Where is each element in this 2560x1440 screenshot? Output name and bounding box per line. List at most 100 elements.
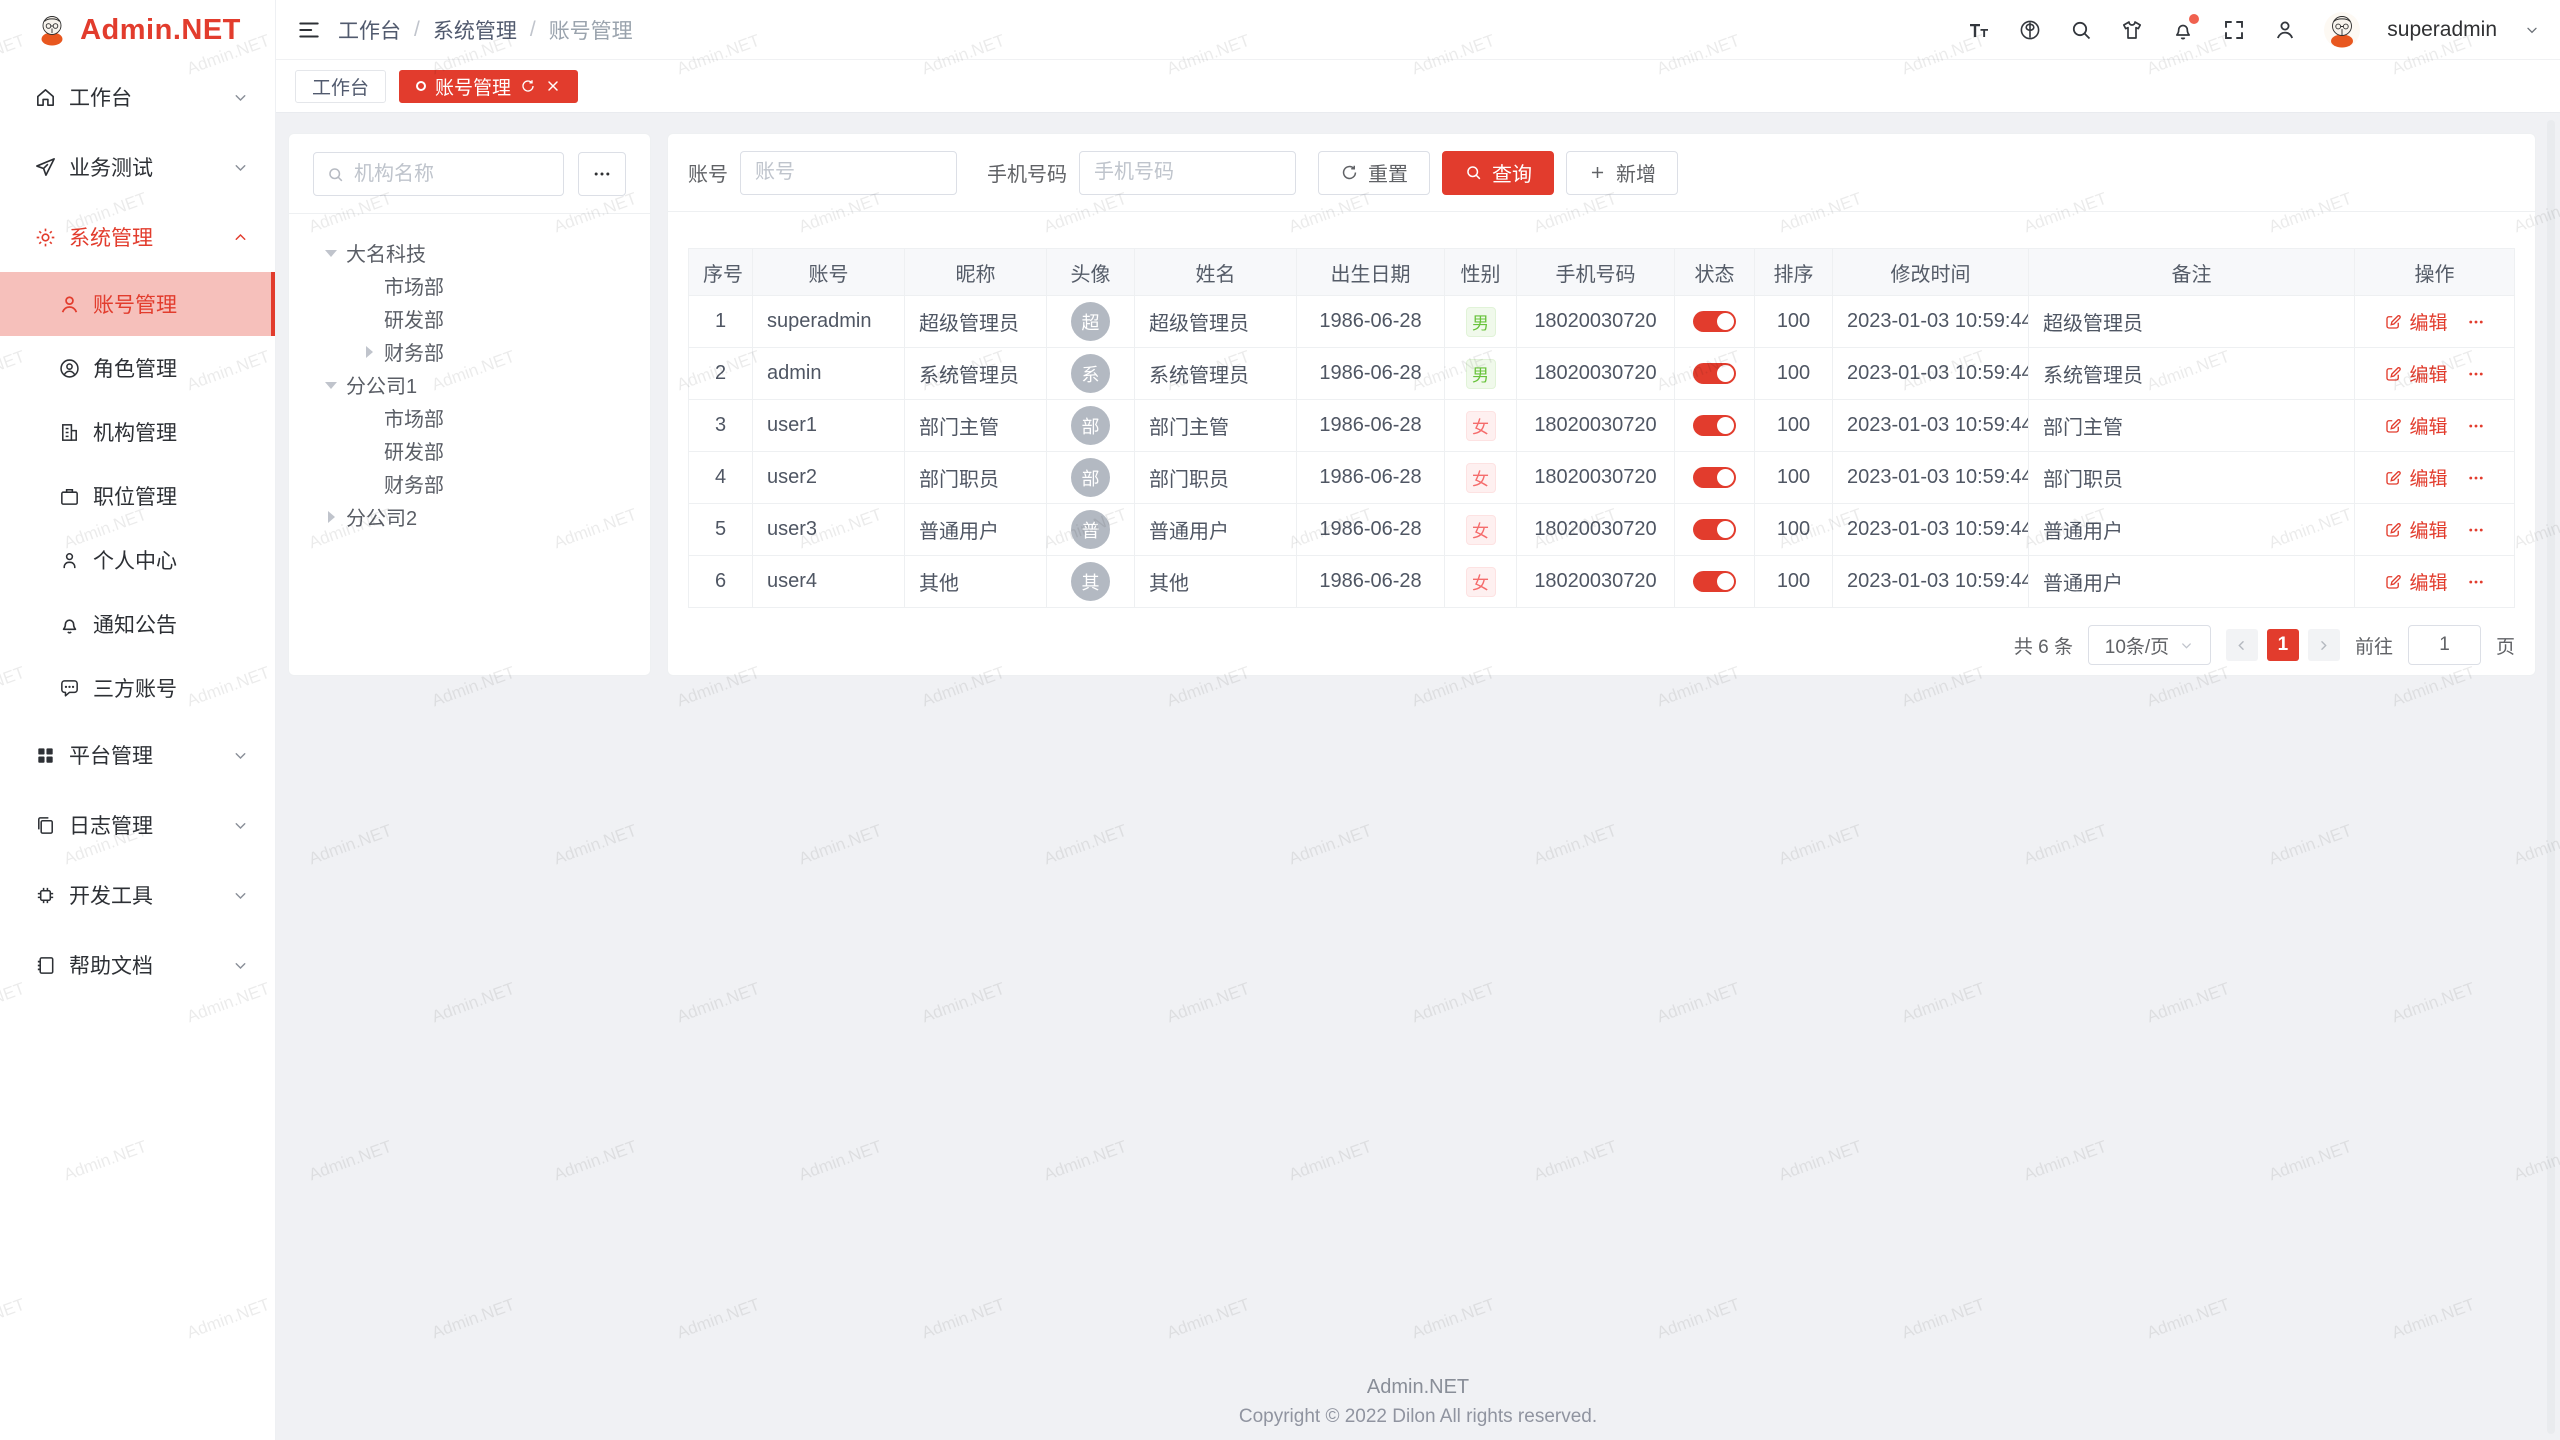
- add-button[interactable]: 新增: [1566, 151, 1678, 195]
- sidebar-item-日志管理[interactable]: 日志管理: [0, 790, 275, 860]
- row-actions: 编辑: [2369, 360, 2500, 387]
- tree-node-研发部[interactable]: 研发部: [313, 302, 626, 335]
- sidebar-item-职位管理[interactable]: 职位管理: [0, 464, 275, 528]
- column-header-性别: 性别: [1445, 249, 1517, 296]
- search-button[interactable]: [2069, 18, 2093, 42]
- status-toggle[interactable]: [1693, 415, 1736, 436]
- status-toggle[interactable]: [1693, 467, 1736, 488]
- tree-caret-icon[interactable]: [323, 377, 339, 393]
- tab-账号管理[interactable]: 账号管理: [399, 70, 578, 103]
- profile-button[interactable]: [2273, 18, 2297, 42]
- more-actions-button[interactable]: [2467, 365, 2485, 383]
- notification-button[interactable]: [2171, 18, 2195, 42]
- sidebar-item-三方账号[interactable]: 三方账号: [0, 656, 275, 720]
- next-page-button[interactable]: [2308, 629, 2340, 661]
- sidebar-item-系统管理[interactable]: 系统管理: [0, 202, 275, 272]
- reset-button[interactable]: 重置: [1318, 151, 1430, 195]
- more-actions-button[interactable]: [2467, 573, 2485, 591]
- logo-mascot-icon: [34, 12, 70, 48]
- sidebar-item-机构管理[interactable]: 机构管理: [0, 400, 275, 464]
- prev-page-button[interactable]: [2226, 629, 2258, 661]
- tree-node-市场部[interactable]: 市场部: [313, 401, 626, 434]
- cell-birthday: 1986-06-28: [1297, 556, 1445, 608]
- page-size-select[interactable]: 10条/页: [2088, 625, 2211, 665]
- edit-button[interactable]: 编辑: [2384, 360, 2447, 387]
- chevron-right-icon: [2316, 638, 2331, 653]
- cell-actions: 编辑: [2355, 400, 2515, 452]
- account-filter-input[interactable]: [740, 151, 957, 195]
- edit-button[interactable]: 编辑: [2384, 412, 2447, 439]
- status-toggle[interactable]: [1693, 519, 1736, 540]
- breadcrumb-item[interactable]: 账号管理: [549, 15, 633, 45]
- sidebar-item-账号管理[interactable]: 账号管理: [0, 272, 275, 336]
- sidebar-item-个人中心[interactable]: 个人中心: [0, 528, 275, 592]
- reset-button-label: 重置: [1368, 158, 1408, 187]
- status-toggle[interactable]: [1693, 363, 1736, 384]
- breadcrumb-item[interactable]: 系统管理: [433, 15, 517, 45]
- more-actions-button[interactable]: [2467, 417, 2485, 435]
- font-size-button[interactable]: [1967, 18, 1991, 42]
- column-header-姓名: 姓名: [1135, 249, 1297, 296]
- theme-button[interactable]: [2120, 18, 2144, 42]
- sidebar-item-工作台[interactable]: 工作台: [0, 62, 275, 132]
- edit-button[interactable]: 编辑: [2384, 308, 2447, 335]
- tree-caret-icon[interactable]: [323, 509, 339, 525]
- app-logo[interactable]: Admin.NET: [0, 0, 275, 60]
- cell-account: user3: [753, 504, 905, 556]
- plus-icon: [1588, 163, 1607, 182]
- column-header-序号: 序号: [689, 249, 753, 296]
- sidebar-item-平台管理[interactable]: 平台管理: [0, 720, 275, 790]
- cell-phone: 18020030720: [1517, 296, 1675, 348]
- sidebar-item-业务测试[interactable]: 业务测试: [0, 132, 275, 202]
- sidebar-item-开发工具[interactable]: 开发工具: [0, 860, 275, 930]
- tree-caret-icon[interactable]: [361, 344, 377, 360]
- cell-name: 部门职员: [1135, 452, 1297, 504]
- cell-sort: 100: [1755, 504, 1833, 556]
- tree-node-分公司2[interactable]: 分公司2: [313, 500, 626, 533]
- user-menu-chevron-icon[interactable]: [2524, 22, 2540, 38]
- edit-button[interactable]: 编辑: [2384, 568, 2447, 595]
- sidebar-item-角色管理[interactable]: 角色管理: [0, 336, 275, 400]
- tree-node-研发部[interactable]: 研发部: [313, 434, 626, 467]
- query-button[interactable]: 查询: [1442, 151, 1554, 195]
- ellipsis-icon: [2467, 573, 2485, 591]
- more-actions-button[interactable]: [2467, 313, 2485, 331]
- sidebar-item-帮助文档[interactable]: 帮助文档: [0, 930, 275, 1000]
- menu-collapse-icon[interactable]: [296, 17, 322, 43]
- column-header-状态: 状态: [1675, 249, 1755, 296]
- tree-node-大名科技[interactable]: 大名科技: [313, 236, 626, 269]
- sidebar-item-通知公告[interactable]: 通知公告: [0, 592, 275, 656]
- phone-filter-input[interactable]: [1079, 151, 1296, 195]
- scrollbar[interactable]: [2547, 120, 2555, 1434]
- edit-button[interactable]: 编辑: [2384, 516, 2447, 543]
- sidebar-item-label: 工作台: [69, 82, 232, 112]
- status-toggle[interactable]: [1693, 311, 1736, 332]
- cell-phone: 18020030720: [1517, 452, 1675, 504]
- org-search-input[interactable]: [354, 163, 551, 186]
- edit-button[interactable]: 编辑: [2384, 464, 2447, 491]
- tree-more-button[interactable]: [578, 152, 626, 196]
- tree-node-财务部[interactable]: 财务部: [313, 335, 626, 368]
- more-actions-button[interactable]: [2467, 469, 2485, 487]
- cell-status: [1675, 556, 1755, 608]
- cell-nickname: 部门主管: [905, 400, 1047, 452]
- tree-node-财务部[interactable]: 财务部: [313, 467, 626, 500]
- cell-gender: 女: [1445, 452, 1517, 504]
- tree-node-label: 研发部: [384, 304, 444, 333]
- goto-page-input[interactable]: [2408, 625, 2481, 665]
- breadcrumb-item[interactable]: 工作台: [338, 15, 401, 45]
- tree-node-分公司1[interactable]: 分公司1: [313, 368, 626, 401]
- tree-node-市场部[interactable]: 市场部: [313, 269, 626, 302]
- tab-工作台[interactable]: 工作台: [295, 70, 386, 103]
- tree-node-label: 研发部: [384, 436, 444, 465]
- language-button[interactable]: [2018, 18, 2042, 42]
- gender-tag: 女: [1466, 567, 1496, 597]
- status-toggle[interactable]: [1693, 571, 1736, 592]
- user-avatar[interactable]: [2324, 12, 2360, 48]
- cell-name: 部门主管: [1135, 400, 1297, 452]
- more-actions-button[interactable]: [2467, 521, 2485, 539]
- tree-caret-icon[interactable]: [323, 245, 339, 261]
- fullscreen-button[interactable]: [2222, 18, 2246, 42]
- current-page-button[interactable]: 1: [2267, 629, 2299, 661]
- username[interactable]: superadmin: [2387, 18, 2497, 42]
